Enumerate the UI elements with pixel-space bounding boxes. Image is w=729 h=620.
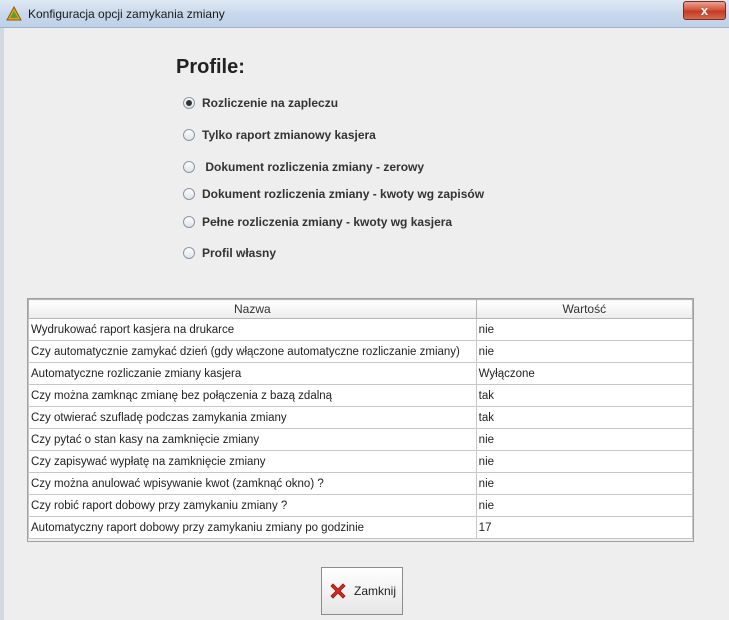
- profile-option-label: Tylko raport zmianowy kasjera: [202, 128, 376, 142]
- table-row[interactable]: Czy można zamknąc zmianę bez połączenia …: [28, 384, 694, 407]
- setting-value-cell[interactable]: Wyłączone: [475, 362, 694, 385]
- setting-value-cell[interactable]: nie: [475, 340, 694, 363]
- setting-name-cell[interactable]: Czy można anulować wpisywanie kwot (zamk…: [28, 472, 477, 495]
- radio-button[interactable]: [183, 188, 195, 200]
- profile-option-1[interactable]: Tylko raport zmianowy kasjera: [183, 127, 376, 143]
- setting-value-cell[interactable]: nie: [475, 450, 694, 473]
- setting-value-cell[interactable]: nie: [475, 318, 694, 341]
- table-header-row: Nazwa Wartość: [28, 299, 694, 319]
- dialog-window: Konfiguracja opcji zamykania zmiany x Pr…: [0, 0, 729, 620]
- table-row[interactable]: Czy robić raport dobowy przy zamykaniu z…: [28, 494, 694, 517]
- setting-name-cell[interactable]: Czy pytać o stan kasy na zamknięcie zmia…: [28, 428, 477, 451]
- radio-button[interactable]: [183, 129, 195, 141]
- setting-name-cell[interactable]: Czy robić raport dobowy przy zamykaniu z…: [28, 494, 477, 517]
- table-row[interactable]: Wydrukować raport kasjera na drukarce nie: [28, 318, 694, 341]
- window-border: [0, 28, 4, 620]
- table-row[interactable]: Czy pytać o stan kasy na zamknięcie zmia…: [28, 428, 694, 451]
- profile-option-label: Dokument rozliczenia zmiany - zerowy: [202, 160, 425, 174]
- setting-name-cell[interactable]: Czy można zamknąc zmianę bez połączenia …: [28, 384, 477, 407]
- setting-value-cell[interactable]: nie: [475, 428, 694, 451]
- setting-value-cell[interactable]: nie: [475, 472, 694, 495]
- setting-name-cell[interactable]: Wydrukować raport kasjera na drukarce: [28, 318, 477, 341]
- profile-option-label: Rozliczenie na zapleczu: [202, 96, 339, 110]
- profile-option-label: Dokument rozliczenia zmiany - kwoty wg z…: [202, 187, 485, 201]
- settings-table-container: Nazwa Wartość Wydrukować raport kasjera …: [27, 298, 694, 542]
- table-row[interactable]: Czy otwierać szufladę podczas zamykania …: [28, 406, 694, 429]
- setting-name-cell[interactable]: Czy otwierać szufladę podczas zamykania …: [28, 406, 477, 429]
- setting-value-cell[interactable]: tak: [475, 406, 694, 429]
- profile-option-label: Profil własny: [202, 246, 277, 260]
- zamknij-button[interactable]: Zamknij: [321, 567, 403, 615]
- profile-option-2[interactable]: Dokument rozliczenia zmiany - zerowy: [183, 159, 424, 175]
- profile-option-3[interactable]: Dokument rozliczenia zmiany - kwoty wg z…: [183, 186, 484, 202]
- table-row[interactable]: Czy zapisywać wypłatę na zamknięcie zmia…: [28, 450, 694, 473]
- radio-button[interactable]: [183, 97, 195, 109]
- profile-option-4[interactable]: Pełne rozliczenia zmiany - kwoty wg kasj…: [183, 214, 452, 230]
- setting-name-cell[interactable]: Czy automatycznie zamykać dzień (gdy włą…: [28, 340, 477, 363]
- settings-table: Nazwa Wartość Wydrukować raport kasjera …: [28, 299, 694, 539]
- column-header-name[interactable]: Nazwa: [28, 299, 477, 319]
- setting-value-cell[interactable]: 17: [475, 516, 694, 539]
- setting-name-cell[interactable]: Czy zapisywać wypłatę na zamknięcie zmia…: [28, 450, 477, 473]
- window-title: Konfiguracja opcji zamykania zmiany: [28, 7, 225, 21]
- table-row[interactable]: Automatyczny raport dobowy przy zamykani…: [28, 516, 694, 539]
- table-row[interactable]: Czy można anulować wpisywanie kwot (zamk…: [28, 472, 694, 495]
- radio-button[interactable]: [183, 161, 195, 173]
- setting-name-cell[interactable]: Automatyczny raport dobowy przy zamykani…: [28, 516, 477, 539]
- app-icon: [6, 6, 22, 21]
- radio-button[interactable]: [183, 216, 195, 228]
- profile-option-label: Pełne rozliczenia zmiany - kwoty wg kasj…: [202, 215, 453, 229]
- setting-name-cell[interactable]: Automatyczne rozliczanie zmiany kasjera: [28, 362, 477, 385]
- table-row[interactable]: Automatyczne rozliczanie zmiany kasjera W…: [28, 362, 694, 385]
- column-header-value[interactable]: Wartość: [475, 299, 694, 319]
- profiles-title: Profile:: [176, 56, 245, 78]
- profile-option-0[interactable]: Rozliczenie na zapleczu: [183, 95, 338, 111]
- title-bar: Konfiguracja opcji zamykania zmiany x: [0, 0, 729, 28]
- setting-value-cell[interactable]: tak: [475, 384, 694, 407]
- window-close-button[interactable]: x: [683, 1, 726, 20]
- radio-button[interactable]: [183, 247, 195, 259]
- close-icon: x: [700, 3, 709, 18]
- red-x-icon: [330, 583, 346, 599]
- table-row[interactable]: Czy automatycznie zamykać dzień (gdy włą…: [28, 340, 694, 363]
- zamknij-label: Zamknij: [353, 584, 396, 598]
- setting-value-cell[interactable]: nie: [475, 494, 694, 517]
- profile-option-5[interactable]: Profil własny: [183, 245, 276, 261]
